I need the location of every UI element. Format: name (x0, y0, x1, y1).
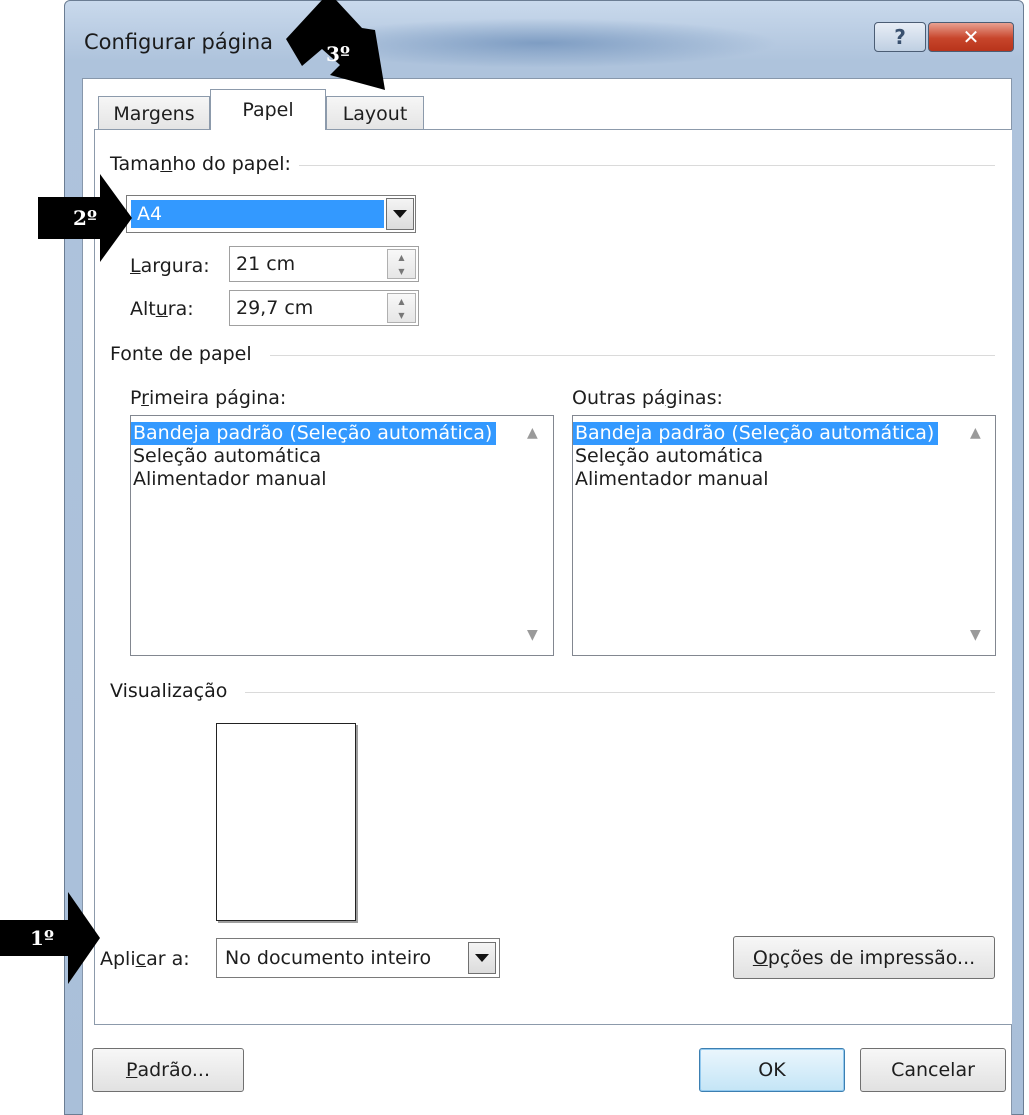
step-marker-2: 2º (62, 203, 108, 233)
tab-label: Papel (242, 99, 294, 121)
tab-papel[interactable]: Papel (210, 89, 326, 130)
annotation-arrows (0, 0, 385, 984)
step-marker-3: 3º (326, 42, 350, 66)
step-marker-1: 1º (14, 922, 70, 954)
